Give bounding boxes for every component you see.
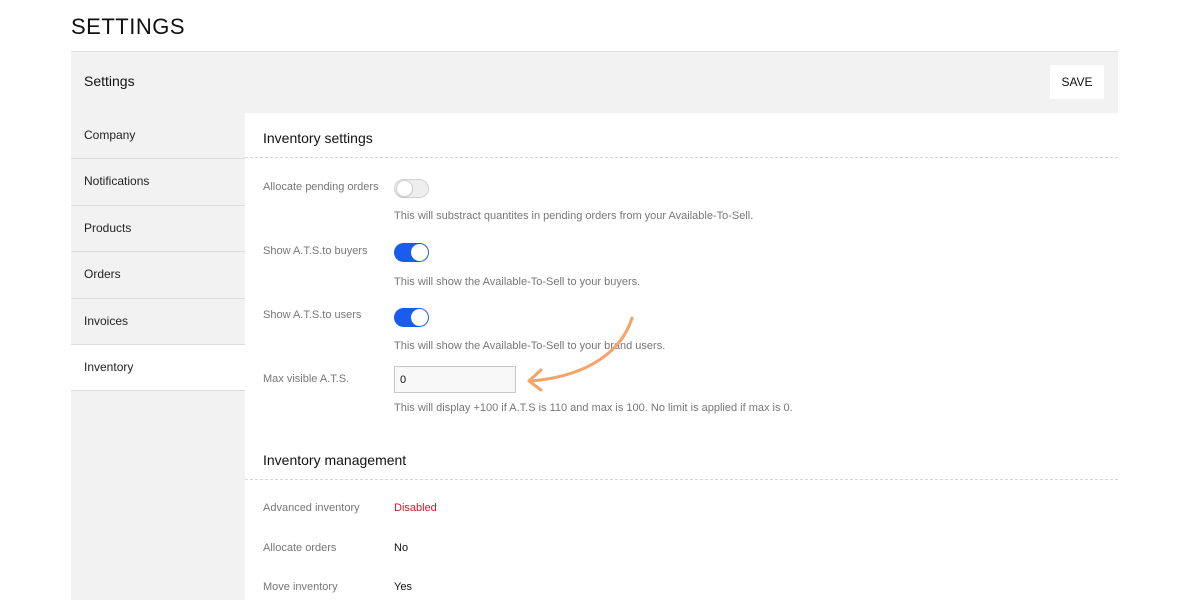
show-ats-users-label: Show A.T.S.to users	[263, 309, 362, 321]
save-button[interactable]: SAVE	[1050, 65, 1104, 99]
settings-panel: Settings SAVE Company Notifications Prod…	[71, 51, 1118, 600]
allocate-pending-orders-toggle[interactable]	[394, 179, 429, 198]
sidebar-item-notifications[interactable]: Notifications	[71, 159, 245, 206]
sidebar-item-invoices[interactable]: Invoices	[71, 299, 245, 345]
toggle-knob	[411, 244, 428, 261]
allocate-pending-orders-help: This will substract quantites in pending…	[394, 210, 754, 222]
max-visible-ats-input[interactable]	[394, 366, 516, 393]
panel-header: Settings SAVE	[71, 52, 1118, 113]
move-inventory-label: Move inventory	[263, 581, 338, 593]
sidebar-item-products[interactable]: Products	[71, 206, 245, 253]
settings-sidebar: Company Notifications Products Orders In…	[71, 113, 245, 600]
inventory-settings-title: Inventory settings	[263, 130, 373, 146]
show-ats-buyers-label: Show A.T.S.to buyers	[263, 245, 368, 257]
allocate-orders-value: No	[394, 542, 409, 554]
toggle-knob	[396, 180, 413, 197]
show-ats-users-toggle[interactable]	[394, 308, 429, 327]
show-ats-users-help: This will show the Available-To-Sell to …	[394, 340, 666, 352]
section-divider	[245, 479, 1118, 480]
toggle-knob	[411, 309, 428, 326]
advanced-inventory-label: Advanced inventory	[263, 502, 360, 514]
sidebar-item-inventory[interactable]: Inventory	[71, 344, 245, 392]
settings-content: Inventory settings Allocate pending orde…	[245, 113, 1118, 600]
inventory-management-title: Inventory management	[263, 452, 407, 468]
panel-header-title: Settings	[84, 73, 135, 89]
show-ats-buyers-help: This will show the Available-To-Sell to …	[394, 276, 641, 288]
max-visible-ats-help: This will display +100 if A.T.S is 110 a…	[394, 402, 793, 414]
show-ats-buyers-toggle[interactable]	[394, 243, 429, 262]
allocate-orders-label: Allocate orders	[263, 542, 337, 554]
allocate-pending-orders-label: Allocate pending orders	[263, 181, 379, 193]
sidebar-item-orders[interactable]: Orders	[71, 252, 245, 299]
sidebar-item-company[interactable]: Company	[71, 113, 245, 160]
page-title: SETTINGS	[71, 14, 186, 39]
move-inventory-value: Yes	[394, 581, 412, 593]
max-visible-ats-label: Max visible A.T.S.	[263, 373, 350, 385]
advanced-inventory-value: Disabled	[394, 502, 437, 514]
section-divider	[245, 157, 1118, 158]
